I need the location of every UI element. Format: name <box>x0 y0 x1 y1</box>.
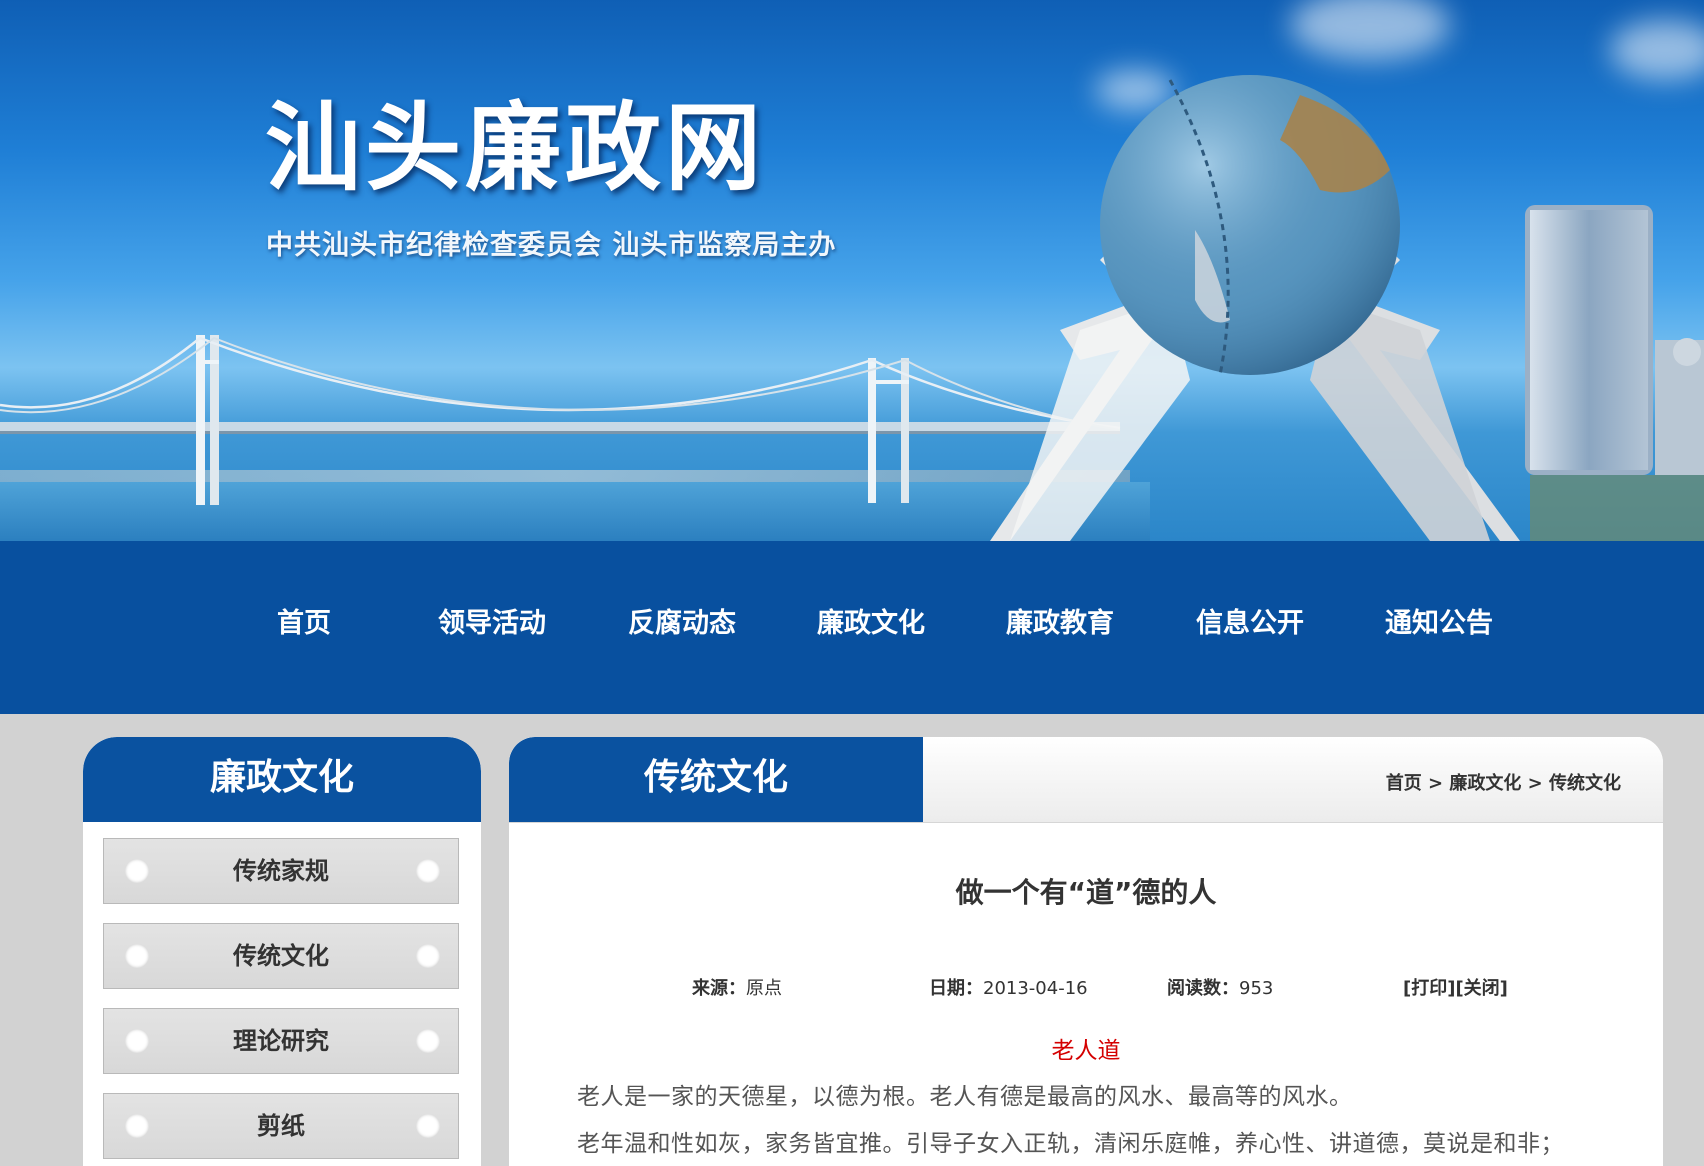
bullet-icon <box>125 1029 149 1053</box>
nav-item-notices[interactable]: 通知公告 <box>1385 601 1493 640</box>
reads-value: 953 <box>1239 978 1274 999</box>
site-title: 汕头廉政网 <box>265 91 765 204</box>
source-value: 原点 <box>746 978 782 999</box>
nav-item-home[interactable]: 首页 <box>277 601 331 640</box>
nav-item-integrity-culture[interactable]: 廉政文化 <box>817 601 925 640</box>
nav-item-integrity-education[interactable]: 廉政教育 <box>1006 601 1114 640</box>
bullet-icon <box>416 944 440 968</box>
article-paragraph: 老年温和性如灰，家务皆宜推。引导子女入正轨，清闲乐庭帷，养心性、讲道德，莫说是和… <box>577 1131 1564 1157</box>
breadcrumb-separator: > <box>1521 773 1549 794</box>
breadcrumb-separator: > <box>1421 773 1450 794</box>
sidebar-item-label: 传统家规 <box>233 857 329 885</box>
bullet-icon <box>125 944 149 968</box>
bullet-icon <box>125 1114 149 1138</box>
content-panel: 传统文化 首页 > 廉政文化 > 传统文化 做一个有“道”德的人 来源：原点 日… <box>509 737 1663 1166</box>
site-banner: 汕头廉政网 中共汕头市纪律检查委员会 汕头市监察局主办 <box>0 0 1704 541</box>
date-label: 日期： <box>929 978 983 999</box>
breadcrumb-home-link[interactable]: 首页 <box>1386 773 1422 794</box>
nav-item-anti-corruption-news[interactable]: 反腐动态 <box>628 601 736 640</box>
source-label: 来源： <box>692 978 746 999</box>
bullet-icon <box>125 859 149 883</box>
article-source: 来源：原点 <box>692 974 782 1000</box>
nav-item-info-disclosure[interactable]: 信息公开 <box>1196 601 1304 640</box>
site-subtitle: 中共汕头市纪律检查委员会 汕头市监察局主办 <box>266 230 837 261</box>
section-tab-title: 传统文化 <box>509 737 923 822</box>
article-read-count: 阅读数：953 <box>1167 974 1273 1000</box>
sidebar-item-traditional-family-rules[interactable]: 传统家规 <box>103 838 459 904</box>
breadcrumb: 首页 > 廉政文化 > 传统文化 <box>1386 769 1621 795</box>
breadcrumb-current[interactable]: 传统文化 <box>1549 773 1621 794</box>
sidebar-item-label: 传统文化 <box>233 942 329 970</box>
sidebar-item-paper-cutting[interactable]: 剪纸 <box>103 1093 459 1159</box>
date-value: 2013-04-16 <box>983 978 1088 999</box>
nav-item-leader-activities[interactable]: 领导活动 <box>438 601 546 640</box>
bullet-icon <box>416 859 440 883</box>
bridge-graphic <box>0 335 1121 505</box>
bullet-icon <box>416 1114 440 1138</box>
sidebar-item-label: 剪纸 <box>257 1112 305 1140</box>
close-link[interactable]: [关闭] <box>1455 978 1507 999</box>
article-section-heading: 老人道 <box>1051 1038 1121 1064</box>
sidebar-heading: 廉政文化 <box>83 737 481 822</box>
article-actions: [打印][关闭] <box>1403 974 1508 1000</box>
reads-label: 阅读数： <box>1167 978 1239 999</box>
article-date: 日期：2013-04-16 <box>929 974 1088 1000</box>
tower-graphic <box>1525 205 1704 541</box>
article-title: 做一个有“道”德的人 <box>955 876 1217 909</box>
print-link[interactable]: [打印] <box>1403 978 1455 999</box>
bullet-icon <box>416 1029 440 1053</box>
sidebar-item-label: 理论研究 <box>233 1027 329 1055</box>
content-header: 传统文化 首页 > 廉政文化 > 传统文化 <box>509 737 1663 823</box>
breadcrumb-section-link[interactable]: 廉政文化 <box>1449 773 1521 794</box>
banner-illustration <box>0 75 1704 541</box>
sidebar: 廉政文化 传统家规 传统文化 理论研究 剪纸 <box>83 737 481 1166</box>
article-paragraph: 老人是一家的天德星，以德为根。老人有德是最高的风水、最高等的风水。 <box>577 1084 1353 1110</box>
main-nav: 首页 领导活动 反腐动态 廉政文化 廉政教育 信息公开 通知公告 <box>0 541 1704 714</box>
sculpture-graphic <box>990 75 1520 541</box>
sidebar-item-theory-research[interactable]: 理论研究 <box>103 1008 459 1074</box>
sidebar-item-traditional-culture[interactable]: 传统文化 <box>103 923 459 989</box>
